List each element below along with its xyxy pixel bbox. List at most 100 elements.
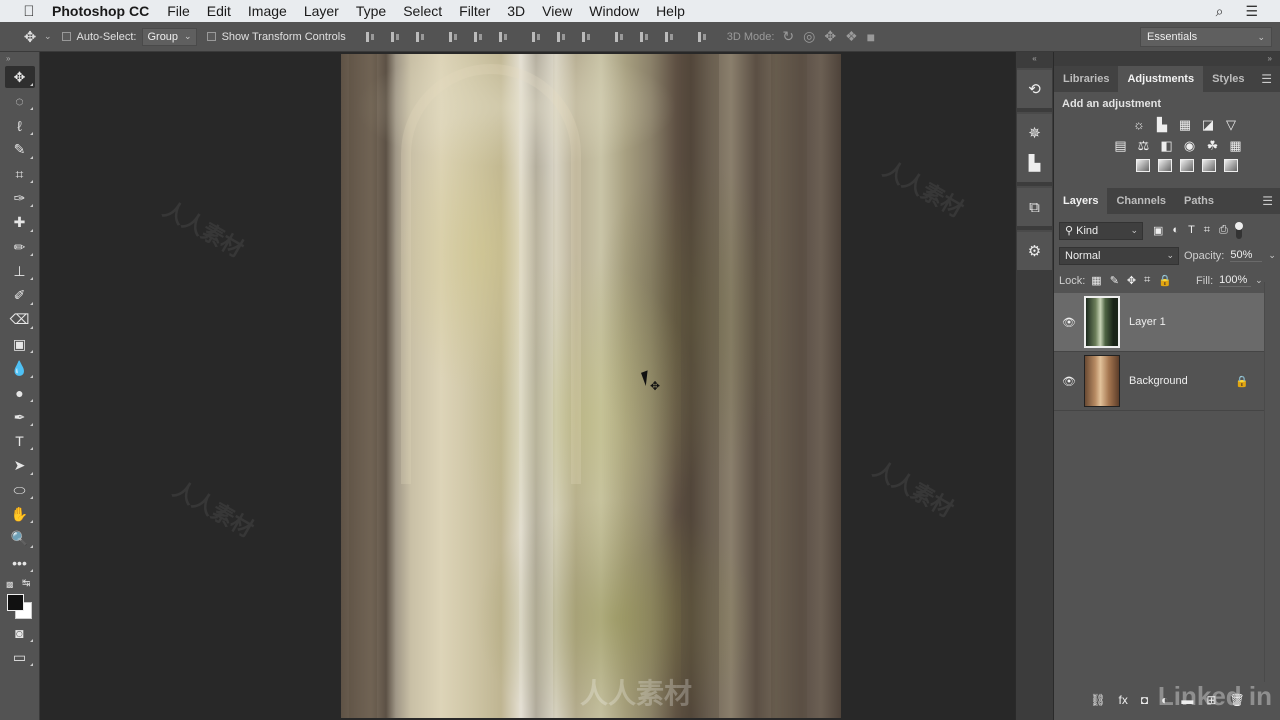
tab-styles[interactable]: Styles (1203, 66, 1253, 92)
document-canvas-area[interactable]: 人人素材 人人素材 人人素材 人人素材 人人素材 ✥ (40, 52, 1010, 720)
menu-type[interactable]: Type (356, 3, 386, 19)
default-colors-icon[interactable]: ▩ (6, 580, 14, 589)
gradient-map-icon[interactable] (1224, 159, 1238, 172)
3d-orbit-icon[interactable]: ↻ (782, 28, 794, 45)
3d-roll-icon[interactable]: ◎ (803, 28, 815, 45)
align-vertical-centers-icon[interactable] (387, 30, 405, 44)
opacity-field[interactable]: 50% (1230, 249, 1263, 262)
menu-select[interactable]: Select (403, 3, 442, 19)
distribute-top-icon[interactable] (528, 30, 546, 44)
dodge-tool[interactable]: ● (5, 382, 35, 404)
quick-mask-icon[interactable]: ◙ (5, 622, 35, 644)
menu-layer[interactable]: Layer (304, 3, 339, 19)
transform-icon[interactable]: ⧉ (1017, 192, 1052, 222)
clone-stamp-tool[interactable]: ⊥ (5, 260, 35, 282)
healing-brush-tool[interactable]: ✚ (5, 212, 35, 234)
document-image[interactable] (341, 54, 841, 718)
fill-chevron-icon[interactable]: ⌄ (1255, 275, 1263, 286)
add-mask-icon[interactable]: ◘ (1141, 693, 1148, 707)
3d-scale-icon[interactable]: ■ (867, 29, 875, 45)
align-right-edges-icon[interactable] (495, 30, 513, 44)
lock-image-pixels-icon[interactable]: ✎ (1110, 274, 1119, 287)
foreground-color-swatch[interactable] (7, 593, 24, 611)
tool-preset-move-icon[interactable]: ✥ (20, 28, 40, 46)
history-icon[interactable]: ⟲ (1017, 74, 1052, 104)
layer-name[interactable]: Layer 1 (1129, 316, 1166, 328)
layer-row-layer-1[interactable]: 👁 Layer 1 (1054, 293, 1265, 352)
pixel-layer-filter-icon[interactable]: ▣ (1153, 224, 1163, 237)
color-lookup-icon[interactable]: ▦ (1228, 138, 1243, 153)
link-layers-icon[interactable]: ⛓ (1090, 693, 1105, 707)
blend-mode-dropdown[interactable]: Normal ⌄ (1059, 246, 1179, 265)
notification-center-icon[interactable]: ☰ (1245, 3, 1258, 20)
opacity-chevron-icon[interactable]: ⌄ (1268, 250, 1276, 261)
tab-layers[interactable]: Layers (1054, 188, 1108, 214)
align-top-edges-icon[interactable] (362, 30, 380, 44)
fill-field[interactable]: 100% (1219, 274, 1252, 287)
threshold-icon[interactable] (1180, 159, 1194, 172)
tool-preset-chevron-icon[interactable]: ⌄ (44, 31, 52, 42)
layers-scrollbar[interactable] (1264, 282, 1280, 682)
show-transform-controls-checkbox[interactable] (206, 32, 216, 41)
properties-icon[interactable]: ⚙ (1017, 236, 1052, 266)
quick-selection-tool[interactable]: ✎ (5, 139, 35, 161)
selective-color-icon[interactable] (1202, 159, 1216, 172)
lasso-tool[interactable]: ℓ (5, 115, 35, 137)
apple-menu-icon[interactable]:  (20, 3, 38, 20)
blur-tool[interactable]: 💧 (5, 358, 35, 380)
3d-slide-icon[interactable]: ❖ (845, 28, 858, 45)
lock-transparent-pixels-icon[interactable]: ▦ (1091, 274, 1101, 287)
auto-select-target-dropdown[interactable]: Group ⌄ (142, 27, 197, 46)
align-horizontal-centers-icon[interactable] (470, 30, 488, 44)
screen-mode-icon[interactable]: ▭ (5, 646, 35, 668)
3d-pan-icon[interactable]: ✥ (824, 28, 836, 45)
distribute-hcenter-icon[interactable] (636, 30, 654, 44)
hand-tool[interactable]: ✋ (5, 503, 35, 525)
posterize-icon[interactable] (1158, 159, 1172, 172)
navigator-icon[interactable]: ✵ (1017, 118, 1052, 148)
menu-filter[interactable]: Filter (459, 3, 490, 19)
layer-style-fx-icon[interactable]: fx (1119, 693, 1128, 707)
brush-tool[interactable]: ✏ (5, 236, 35, 258)
auto-select-checkbox[interactable] (61, 32, 71, 41)
levels-icon[interactable]: ▙ (1155, 117, 1170, 132)
align-bottom-edges-icon[interactable] (412, 30, 430, 44)
distribute-right-icon[interactable] (661, 30, 679, 44)
new-layer-icon[interactable]: ⊞ (1206, 693, 1216, 707)
collapse-panels-icon[interactable]: » (1054, 52, 1280, 66)
photo-filter-icon[interactable]: ◉ (1182, 138, 1197, 153)
menu-image[interactable]: Image (248, 3, 287, 19)
align-left-edges-icon[interactable] (445, 30, 463, 44)
zoom-tool[interactable]: 🔍 (5, 528, 35, 550)
panel-menu-icon[interactable]: ☰ (1262, 188, 1273, 214)
edit-toolbar[interactable]: ••• (5, 552, 35, 574)
black-white-icon[interactable]: ◧ (1159, 138, 1174, 153)
lock-position-icon[interactable]: ✥ (1127, 274, 1136, 287)
path-selection-tool[interactable]: ➤ (5, 455, 35, 477)
menu-3d[interactable]: 3D (507, 3, 525, 19)
collapse-dock-icon[interactable]: « (1016, 52, 1053, 66)
vibrance-icon[interactable]: ▽ (1224, 117, 1239, 132)
visibility-eye-icon[interactable]: 👁 (1054, 316, 1084, 329)
expand-toolbar-icon[interactable]: » (0, 52, 39, 66)
panel-menu-icon[interactable]: ☰ (1261, 66, 1272, 92)
lock-artboard-icon[interactable]: ⌗ (1144, 274, 1150, 287)
smart-object-filter-icon[interactable]: ⎙ (1219, 224, 1228, 237)
brightness-contrast-icon[interactable]: ☼ (1132, 117, 1147, 132)
tab-channels[interactable]: Channels (1107, 188, 1175, 214)
menu-edit[interactable]: Edit (207, 3, 231, 19)
pen-tool[interactable]: ✒ (5, 406, 35, 428)
spotlight-search-icon[interactable]: ⌕ (1216, 3, 1224, 20)
lock-all-icon[interactable]: 🔒 (1158, 274, 1172, 287)
exposure-icon[interactable]: ◪ (1201, 117, 1216, 132)
filter-kind-dropdown[interactable]: ⚲ Kind ⌄ (1059, 221, 1143, 240)
auto-align-layers-icon[interactable] (694, 30, 712, 44)
layer-name[interactable]: Background (1129, 375, 1188, 387)
hue-saturation-icon[interactable]: ▤ (1113, 138, 1128, 153)
menu-file[interactable]: File (167, 3, 190, 19)
ellipse-tool[interactable]: ⬭ (5, 479, 35, 501)
curves-icon[interactable]: ▦ (1178, 117, 1193, 132)
layer-thumbnail[interactable] (1084, 296, 1120, 348)
menu-window[interactable]: Window (589, 3, 639, 19)
app-menu[interactable]: Photoshop CC (52, 3, 149, 19)
